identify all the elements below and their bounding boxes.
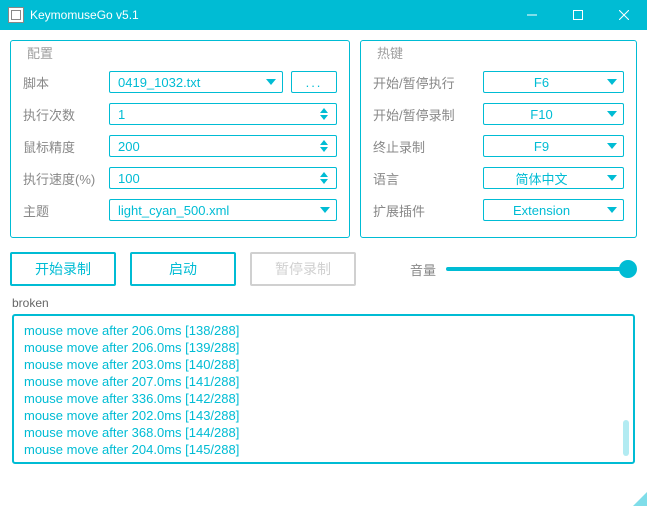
speed-input[interactable]: 100 bbox=[109, 167, 337, 189]
hotkeys-panel: 热键 开始/暂停执行 F6 开始/暂停录制 F10 终止录制 F9 语言 简体中… bbox=[360, 40, 637, 238]
chevron-down-icon bbox=[607, 207, 617, 213]
log-line: mouse move after 204.0ms [145/288] bbox=[24, 441, 623, 458]
log-line: mouse move after 203.0ms [140/288] bbox=[24, 356, 623, 373]
maximize-button[interactable] bbox=[555, 0, 601, 30]
language-select[interactable]: 简体中文 bbox=[483, 167, 624, 189]
precision-label: 鼠标精度 bbox=[23, 137, 109, 156]
volume-label: 音量 bbox=[410, 260, 436, 279]
start-pause-rec-select[interactable]: F10 bbox=[483, 103, 624, 125]
title-bar: KeymomuseGo v5.1 bbox=[0, 0, 647, 30]
close-button[interactable] bbox=[601, 0, 647, 30]
script-label: 脚本 bbox=[23, 73, 109, 92]
stop-rec-select[interactable]: F9 bbox=[483, 135, 624, 157]
theme-label: 主题 bbox=[23, 201, 109, 220]
theme-select[interactable]: light_cyan_500.xml bbox=[109, 199, 337, 221]
chevron-down-icon bbox=[320, 207, 330, 213]
scrollbar[interactable] bbox=[623, 420, 629, 456]
log-box[interactable]: mouse move after 206.0ms [138/288]mouse … bbox=[12, 314, 635, 464]
chevron-down-icon bbox=[607, 143, 617, 149]
app-icon bbox=[8, 7, 24, 23]
extension-label: 扩展插件 bbox=[373, 201, 483, 220]
pause-record-button: 暂停录制 bbox=[250, 252, 356, 286]
start-pause-rec-label: 开始/暂停录制 bbox=[373, 105, 483, 124]
spinner-icon[interactable] bbox=[320, 137, 334, 155]
language-label: 语言 bbox=[373, 169, 483, 188]
status-text: broken bbox=[12, 296, 637, 310]
precision-input[interactable]: 200 bbox=[109, 135, 337, 157]
spinner-icon[interactable] bbox=[320, 105, 334, 123]
extension-select[interactable]: Extension bbox=[483, 199, 624, 221]
stop-rec-label: 终止录制 bbox=[373, 137, 483, 156]
chevron-down-icon bbox=[607, 175, 617, 181]
log-line: mouse move after 206.0ms [139/288] bbox=[24, 339, 623, 356]
log-line: mouse move after 206.0ms [138/288] bbox=[24, 322, 623, 339]
chevron-down-icon bbox=[607, 79, 617, 85]
runs-label: 执行次数 bbox=[23, 105, 109, 124]
log-line: mouse move after 202.0ms [143/288] bbox=[24, 407, 623, 424]
spinner-icon[interactable] bbox=[320, 169, 334, 187]
start-pause-run-label: 开始/暂停执行 bbox=[373, 73, 483, 92]
record-button[interactable]: 开始录制 bbox=[10, 252, 116, 286]
chevron-down-icon bbox=[607, 111, 617, 117]
log-line: mouse move after 368.0ms [144/288] bbox=[24, 424, 623, 441]
start-pause-run-select[interactable]: F6 bbox=[483, 71, 624, 93]
window-title: KeymomuseGo v5.1 bbox=[30, 8, 509, 22]
config-legend: 配置 bbox=[23, 43, 57, 62]
log-line: mouse move after 336.0ms [142/288] bbox=[24, 390, 623, 407]
speed-label: 执行速度(%) bbox=[23, 169, 109, 188]
start-button[interactable]: 启动 bbox=[130, 252, 236, 286]
hotkeys-legend: 热键 bbox=[373, 43, 407, 62]
minimize-button[interactable] bbox=[509, 0, 555, 30]
browse-button[interactable]: ... bbox=[291, 71, 337, 93]
script-select[interactable]: 0419_1032.txt bbox=[109, 71, 283, 93]
log-line: mouse move after 207.0ms [141/288] bbox=[24, 373, 623, 390]
config-panel: 配置 脚本 0419_1032.txt ... 执行次数 1 鼠标精度 200 … bbox=[10, 40, 350, 238]
runs-input[interactable]: 1 bbox=[109, 103, 337, 125]
slider-thumb[interactable] bbox=[619, 260, 637, 278]
chevron-down-icon bbox=[266, 79, 276, 85]
volume-slider[interactable] bbox=[446, 267, 631, 271]
resize-grip-icon[interactable] bbox=[633, 492, 647, 506]
